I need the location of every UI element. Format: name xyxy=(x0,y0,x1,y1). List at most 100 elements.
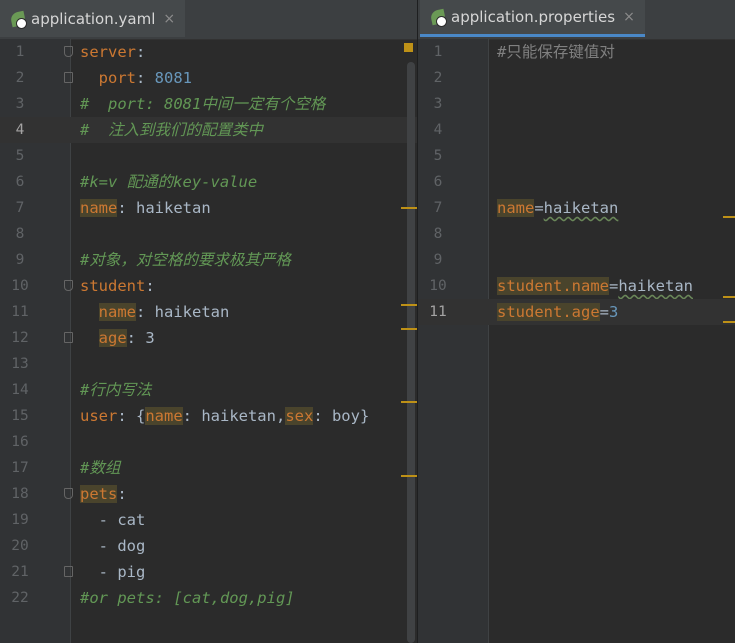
fold-marker-icon[interactable] xyxy=(64,332,73,343)
fold-marker-icon[interactable] xyxy=(64,280,73,291)
code-line[interactable]: 5 xyxy=(418,143,735,169)
code-token: # port: 8081中间一定有个空格 xyxy=(80,95,326,113)
code-line[interactable]: 1 server: xyxy=(0,39,417,65)
line-number: 12 xyxy=(11,330,29,346)
code-token: : { xyxy=(117,407,146,425)
code-token: = xyxy=(599,303,609,321)
code-line[interactable]: 2 port: 8081 xyxy=(0,65,417,91)
line-number: 1 xyxy=(433,44,443,60)
line-number: 11 xyxy=(11,304,29,320)
code-token: haiketan xyxy=(618,277,693,295)
code-line[interactable]: 12 age: 3 xyxy=(0,325,417,351)
code-text: name=haiketan xyxy=(497,195,618,221)
line-number: 5 xyxy=(433,148,443,164)
code-token: user xyxy=(80,407,118,425)
warning-stripe-marker[interactable] xyxy=(401,475,417,477)
tab-application-properties[interactable]: application.properties × xyxy=(420,0,645,37)
line-number: 19 xyxy=(11,512,29,528)
yaml-editor-pane[interactable]: application.yaml × 1 server: 2 port: 8081 3… xyxy=(0,0,417,643)
code-line[interactable]: 3 xyxy=(418,91,735,117)
line-number: 4 xyxy=(15,122,25,138)
code-line[interactable]: 11 student.age=3 xyxy=(418,299,735,325)
code-area[interactable]: 1 #只能保存键值对 2 3 4 5 6 7 name=haiketan 8 9 10 student.… xyxy=(418,39,735,643)
code-line[interactable]: 5 xyxy=(0,143,417,169)
code-text: pets: xyxy=(80,481,127,507)
warning-stripe-marker[interactable] xyxy=(401,401,417,403)
warning-stripe-marker[interactable] xyxy=(723,296,735,298)
vertical-scrollbar[interactable] xyxy=(407,62,415,643)
line-number: 16 xyxy=(11,434,29,450)
code-line[interactable]: 15 user: {name: haiketan,sex: boy} xyxy=(0,403,417,429)
code-token: #or pets: [cat,dog,pig] xyxy=(80,589,295,607)
code-token: #数组 xyxy=(80,459,121,477)
code-token: #只能保存键值对 xyxy=(497,43,615,61)
code-token: sex xyxy=(285,407,314,425)
code-token: : xyxy=(136,43,146,61)
code-line[interactable]: 21 - pig xyxy=(0,559,417,585)
warning-stripe-marker[interactable] xyxy=(723,321,735,323)
code-text: student.age=3 xyxy=(497,299,618,325)
code-token: : xyxy=(136,69,155,87)
code-line[interactable]: 14 #行内写法 xyxy=(0,377,417,403)
code-text: - dog xyxy=(80,533,146,559)
line-number: 8 xyxy=(433,226,443,242)
code-line[interactable]: 11 name: haiketan xyxy=(0,299,417,325)
code-line[interactable]: 6 xyxy=(418,169,735,195)
code-line[interactable]: 1 #只能保存键值对 xyxy=(418,39,735,65)
code-line[interactable]: 10 student: xyxy=(0,273,417,299)
code-line[interactable]: 3 # port: 8081中间一定有个空格 xyxy=(0,91,417,117)
code-line[interactable]: 16 xyxy=(0,429,417,455)
code-token: name xyxy=(497,199,535,217)
code-line[interactable]: 6 #k=v 配通的key-value xyxy=(0,169,417,195)
code-line[interactable]: 8 xyxy=(418,221,735,247)
spring-config-icon xyxy=(429,8,447,27)
tab-application-yaml[interactable]: application.yaml × xyxy=(0,0,185,37)
code-line[interactable]: 9 #对象，对空格的要求极其严格 xyxy=(0,247,417,273)
code-line[interactable]: 22 #or pets: [cat,dog,pig] xyxy=(0,585,417,611)
code-line[interactable]: 13 xyxy=(0,351,417,377)
code-line[interactable]: 2 xyxy=(418,65,735,91)
code-line[interactable]: 7 name=haiketan xyxy=(418,195,735,221)
fold-marker-icon[interactable] xyxy=(64,72,73,83)
fold-marker-icon[interactable] xyxy=(64,566,73,577)
properties-editor-pane[interactable]: application.properties × 1 #只能保存键值对 2 3 4 5 6 7… xyxy=(418,0,735,643)
warning-stripe-marker[interactable] xyxy=(401,207,417,209)
warning-stripe-marker[interactable] xyxy=(723,216,735,218)
code-text: #行内写法 xyxy=(80,377,151,403)
code-text: user: {name: haiketan,sex: boy} xyxy=(80,403,369,429)
line-number: 2 xyxy=(433,70,443,86)
code-line[interactable]: 19 - cat xyxy=(0,507,417,533)
warning-status-icon[interactable] xyxy=(404,43,413,52)
code-token: haiketan xyxy=(543,199,619,217)
line-number: 14 xyxy=(11,382,29,398)
warning-stripe-marker[interactable] xyxy=(401,328,417,330)
tab-label: application.yaml xyxy=(31,9,156,28)
code-area[interactable]: 1 server: 2 port: 8081 3 # port: 8081中间一定有个空… xyxy=(0,39,417,643)
close-icon[interactable]: × xyxy=(623,9,635,25)
code-token: - dog xyxy=(80,537,146,555)
code-line[interactable]: 7 name: haiketan xyxy=(0,195,417,221)
line-number: 6 xyxy=(15,174,25,190)
warning-stripe-marker[interactable] xyxy=(401,304,417,306)
code-text: name: haiketan xyxy=(80,299,229,325)
code-line[interactable]: 17 #数组 xyxy=(0,455,417,481)
spring-config-icon xyxy=(9,10,27,29)
code-text: - pig xyxy=(80,559,146,585)
line-number: 1 xyxy=(15,44,25,60)
code-line[interactable]: 10 student.name=haiketan xyxy=(418,273,735,299)
code-text: age: 3 xyxy=(80,325,155,351)
line-number: 2 xyxy=(15,70,25,86)
close-icon[interactable]: × xyxy=(163,11,175,27)
code-token: = xyxy=(534,199,544,217)
code-line[interactable]: 4 xyxy=(418,117,735,143)
code-line[interactable]: 9 xyxy=(418,247,735,273)
code-text: #or pets: [cat,dog,pig] xyxy=(80,585,295,611)
code-token: name xyxy=(145,407,183,425)
fold-marker-icon[interactable] xyxy=(64,488,73,499)
code-line[interactable]: 18 pets: xyxy=(0,481,417,507)
line-number: 13 xyxy=(11,356,29,372)
code-line[interactable]: 8 xyxy=(0,221,417,247)
code-line[interactable]: 4 # 注入到我们的配置类中 xyxy=(0,117,417,143)
code-line[interactable]: 20 - dog xyxy=(0,533,417,559)
fold-marker-icon[interactable] xyxy=(64,46,73,57)
